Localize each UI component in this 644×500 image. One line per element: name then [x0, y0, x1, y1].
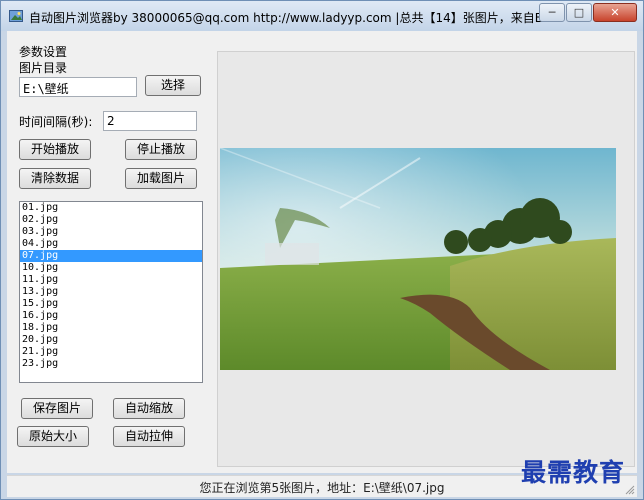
start-button[interactable]: 开始播放 — [19, 139, 91, 160]
window-title: 自动图片浏览器by 38000065@qq.com http://www.lad… — [29, 11, 558, 25]
interval-label: 时间间隔(秒): — [19, 115, 93, 129]
app-icon — [9, 10, 23, 22]
dir-label: 图片目录 — [19, 61, 68, 75]
list-item[interactable]: 16.jpg — [20, 310, 202, 322]
maximize-button[interactable]: □ — [566, 3, 592, 22]
resize-grip-icon[interactable] — [625, 485, 635, 495]
list-item[interactable]: 02.jpg — [20, 214, 202, 226]
choose-button[interactable]: 选择 — [145, 75, 201, 96]
dir-input[interactable]: E:\壁纸 — [19, 77, 137, 97]
list-item[interactable]: 07.jpg — [20, 250, 202, 262]
interval-input[interactable]: 2 — [103, 111, 197, 131]
watermark-logo: 最需教育 — [521, 458, 626, 487]
list-item[interactable]: 20.jpg — [20, 334, 202, 346]
stop-button[interactable]: 停止播放 — [125, 139, 197, 160]
list-item[interactable]: 13.jpg — [20, 286, 202, 298]
image-preview-panel — [217, 51, 635, 467]
list-item[interactable]: 23.jpg — [20, 358, 202, 370]
list-item[interactable]: 18.jpg — [20, 322, 202, 334]
list-item[interactable]: 11.jpg — [20, 274, 202, 286]
minimize-button[interactable]: ─ — [539, 3, 565, 22]
close-button[interactable]: ✕ — [593, 3, 637, 22]
auto-stretch-button[interactable]: 自动拉伸 — [113, 426, 185, 447]
title-bar[interactable]: 自动图片浏览器by 38000065@qq.com http://www.lad… — [1, 1, 643, 31]
auto-zoom-button[interactable]: 自动缩放 — [113, 398, 185, 419]
save-image-button[interactable]: 保存图片 — [21, 398, 93, 419]
original-size-button[interactable]: 原始大小 — [17, 426, 89, 447]
load-images-button[interactable]: 加载图片 — [125, 168, 197, 189]
app-window: 自动图片浏览器by 38000065@qq.com http://www.lad… — [0, 0, 644, 500]
list-item[interactable]: 10.jpg — [20, 262, 202, 274]
file-listbox[interactable]: 01.jpg 02.jpg 03.jpg 04.jpg 07.jpg 10.jpg 11.j… — [19, 201, 203, 383]
list-item[interactable]: 21.jpg — [20, 346, 202, 358]
list-item[interactable]: 03.jpg — [20, 226, 202, 238]
clear-data-button[interactable]: 清除数据 — [19, 168, 91, 189]
client-area: 参数设置 图片目录 E:\壁纸 选择 时间间隔(秒): 2 开始播放 停止播放 … — [7, 31, 637, 473]
window-controls: ─ □ ✕ — [538, 3, 637, 22]
list-item[interactable]: 01.jpg — [20, 202, 202, 214]
preview-image — [220, 148, 616, 370]
list-item[interactable]: 15.jpg — [20, 298, 202, 310]
settings-group-title: 参数设置 — [19, 45, 68, 59]
list-item[interactable]: 04.jpg — [20, 238, 202, 250]
